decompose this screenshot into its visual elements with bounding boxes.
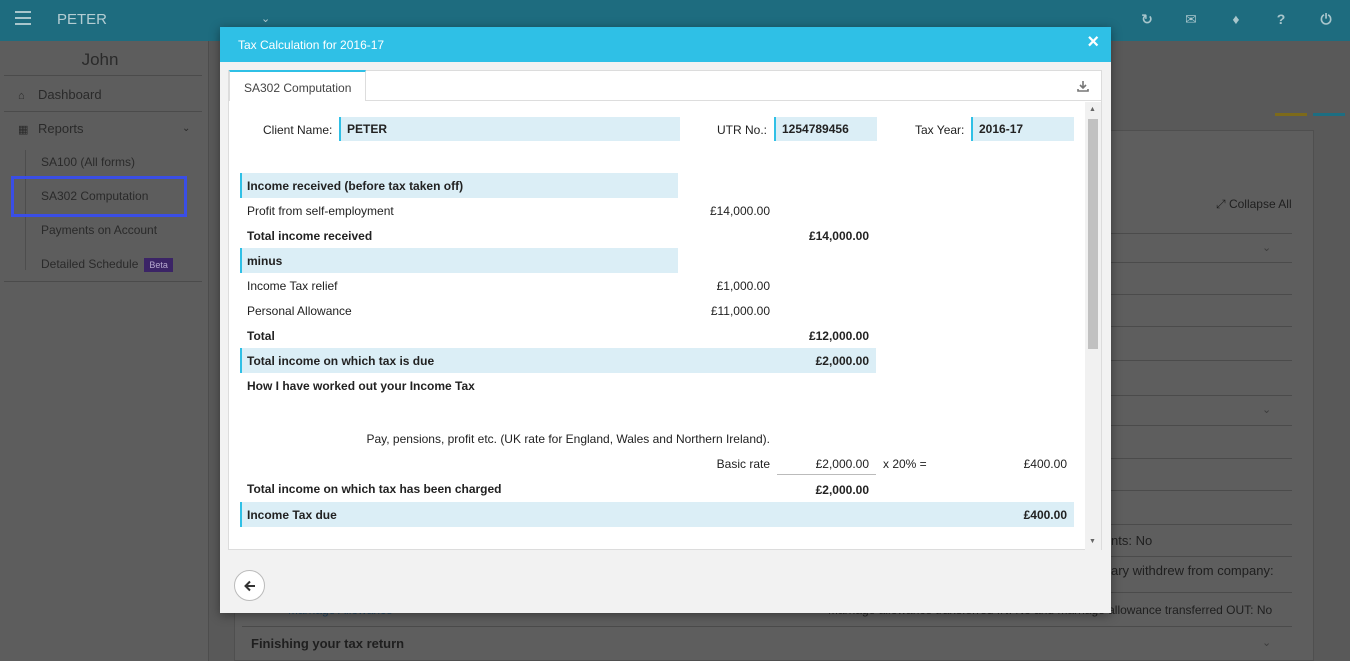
chevron-down-icon[interactable]: ⌄ [1262,241,1271,254]
total-income-value: £14,000.00 [808,229,869,243]
scroll-up-icon[interactable]: ▲ [1089,106,1096,113]
sidebar-item-label: Detailed Schedule [41,257,139,271]
modal-title: Tax Calculation for 2016-17 [238,38,385,52]
chevron-down-icon[interactable]: ⌄ [182,123,190,134]
sidebar: John ⌂ Dashboard ▦ Reports ⌄ SA100 (All fo… [0,41,209,661]
worked-out-heading: How I have worked out your Income Tax [247,379,475,393]
client-name-field: PETER [339,117,680,141]
divider [4,75,202,76]
income-tax-due-label: Income Tax due [247,508,337,522]
scrollbar-thumb[interactable] [1088,119,1098,349]
section-band [240,248,678,273]
divider [4,111,202,112]
charged-label: Total income on which tax has been charg… [247,482,502,496]
chevron-down-icon[interactable]: ⌄ [1262,403,1271,416]
arrow-left-icon [244,580,255,592]
computation-content: Client Name: PETER UTR No.: 1254789456 T… [229,102,1085,550]
relief-value: £1,000.00 [716,279,770,293]
power-icon[interactable]: ⏻ [1318,11,1334,28]
minus-heading: minus [247,254,283,268]
basic-rate-result: £400.00 [1023,457,1067,471]
profit-value: £14,000.00 [709,204,770,218]
tab-indicator [1313,113,1345,116]
finishing-section-title[interactable]: Finishing your tax return [251,636,404,651]
relief-label: Income Tax relief [247,279,338,293]
profit-label: Profit from self-employment [247,204,394,218]
basic-rate-amount: £2,000.00 [815,457,869,471]
document-icon: ▦ [18,124,29,136]
tax-due-on-value: £2,000.00 [815,354,869,368]
total-label: Total [247,329,275,343]
total-value: £12,000.00 [808,329,869,343]
row-text: ary withdrew from company: [1111,563,1274,578]
client-name-label: Client Name: [263,123,333,137]
utr-label: UTR No.: [717,123,768,137]
chevron-down-icon[interactable]: ⌄ [261,12,270,25]
brand-title: PETER [57,11,108,28]
selection-highlight [11,176,187,217]
refresh-icon[interactable]: ↻ [1139,11,1155,28]
tab-sa302-computation[interactable]: SA302 Computation [229,70,367,101]
sidebar-item-detailed-schedule[interactable]: Detailed Schedule Beta [41,257,173,272]
section-row [242,626,1292,627]
income-received-heading: Income received (before tax taken off) [247,179,464,193]
hamburger-menu-icon[interactable] [15,11,31,25]
tax-due-on-label: Total income on which tax is due [247,354,435,368]
beta-badge: Beta [144,258,173,272]
sidebar-item-label: Reports [38,121,84,136]
income-tax-due-value: £400.00 [1023,508,1067,522]
divider [777,474,876,475]
tab-bar: SA302 Computation [229,70,1101,101]
row-text: nts: No [1111,533,1153,548]
modal-body: SA302 Computation Client Name: PETER UTR… [228,70,1102,550]
tax-year-label: Tax Year: [915,123,965,137]
sidebar-item-payments-on-account[interactable]: Payments on Account [41,223,157,237]
charged-value: £2,000.00 [815,483,869,497]
scroll-down-icon[interactable]: ▼ [1089,538,1096,545]
chevron-down-icon[interactable]: ⌄ [1262,636,1271,649]
sidebar-item-reports[interactable]: ▦ Reports [18,121,84,136]
collapse-all-button[interactable]: ⤢ Collapse All [1216,197,1292,212]
help-icon[interactable]: ? [1273,11,1289,27]
modal-header: Tax Calculation for 2016-17 × [220,27,1111,62]
back-button[interactable] [234,570,265,601]
close-icon[interactable]: × [1087,32,1099,52]
divider [4,281,202,282]
tag-icon[interactable]: ♦ [1228,11,1244,27]
basic-rate-calc: x 20% = [883,457,927,471]
scrollbar[interactable]: ▲ ▼ [1085,102,1101,550]
sidebar-item-sa100[interactable]: SA100 (All forms) [41,155,135,169]
total-income-label: Total income received [247,229,373,243]
user-name: John [81,50,119,69]
tab-indicator [1275,113,1307,116]
megaphone-icon[interactable]: ✉ [1183,11,1199,28]
sidebar-item-label: Dashboard [38,87,102,102]
home-icon: ⌂ [18,90,25,102]
pay-pensions-text: Pay, pensions, profit etc. (UK rate for … [366,432,770,446]
utr-field: 1254789456 [774,117,877,141]
download-icon[interactable] [1077,80,1089,92]
tax-calculation-modal: Tax Calculation for 2016-17 × SA302 Comp… [220,27,1111,613]
allowance-label: Personal Allowance [247,304,352,318]
basic-rate-label: Basic rate [716,457,770,471]
sidebar-item-dashboard[interactable]: ⌂ Dashboard [18,87,102,102]
tax-year-field: 2016-17 [971,117,1074,141]
allowance-value: £11,000.00 [710,304,770,318]
section-band [240,502,1074,527]
